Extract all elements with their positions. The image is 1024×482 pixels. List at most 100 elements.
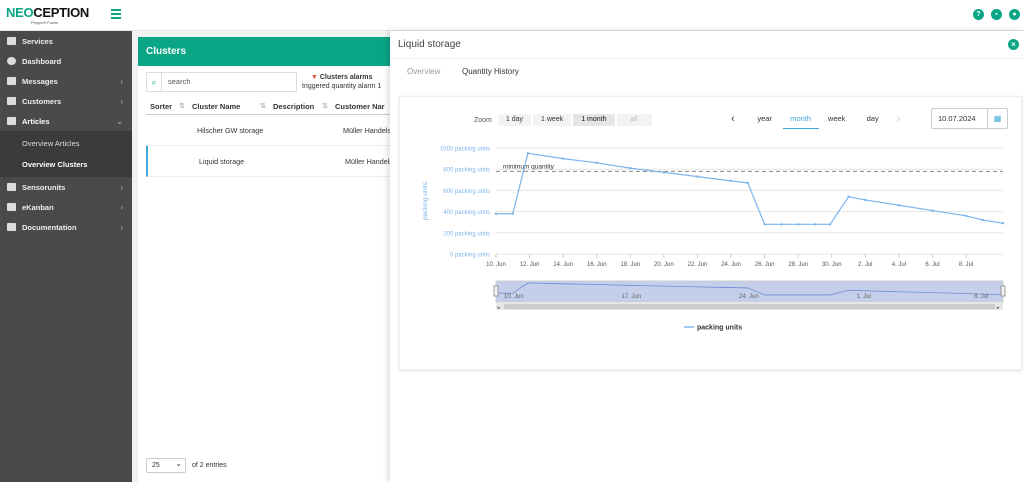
data-point (864, 198, 867, 202)
data-point (595, 161, 598, 165)
detail-panel: Liquid storage × Overview Quantity Histo… (390, 31, 1024, 482)
y-tick-label: 400 packing units (443, 210, 490, 216)
y-axis-label: packing units (422, 181, 429, 220)
x-tick-label: 8. Jul (959, 262, 973, 268)
dashboard-icon (7, 57, 16, 65)
services-icon (7, 37, 16, 45)
data-point (526, 152, 530, 155)
data-point (780, 223, 783, 226)
alarms-text: triggered quantity alarm 1 (302, 83, 382, 90)
data-point (729, 179, 733, 183)
x-tick-label: 6. Jul (925, 262, 939, 268)
x-tick-label: 24. Jun (721, 262, 741, 268)
y-tick-label: 1000 packing units (440, 147, 490, 153)
data-point (494, 212, 498, 215)
column-sorter[interactable]: Sorter ⇅ (146, 98, 188, 114)
data-point (897, 204, 901, 207)
sidebar-item-messages[interactable]: Messages › (0, 71, 132, 91)
sidebar-item-ekanban[interactable]: eKanban › (0, 197, 132, 217)
data-point (662, 171, 666, 174)
data-point (981, 218, 985, 222)
threshold-label: minimum quantity (503, 163, 555, 170)
customer-name: Müller Handels (345, 157, 393, 166)
tab-overview[interactable]: Overview (407, 67, 440, 76)
x-tick-label: 14. Jun (553, 262, 573, 268)
y-tick-label: 600 packing units (443, 189, 490, 195)
x-tick-label: 28. Jun (788, 262, 808, 268)
book-icon (7, 223, 16, 231)
sidebar-item-articles[interactable]: Articles ⌄ (0, 111, 132, 131)
logo-text-a: NEO (6, 5, 34, 20)
column-cluster-name[interactable]: Cluster Name ⇅ (188, 98, 269, 114)
quantity-history-chart: 1000 packing units 800 packing units 600 p… (422, 147, 1006, 332)
logo[interactable]: NEOCEPTION Pepperl+Fuchs (6, 6, 89, 26)
data-point (561, 157, 565, 160)
sidebar-item-services[interactable]: Services (0, 31, 132, 51)
navigator-label: 8. Jul (974, 294, 988, 300)
sidebar-item-documentation[interactable]: Documentation › (0, 217, 132, 237)
envelope-icon (7, 77, 16, 85)
sidebar: Services Dashboard Messages › Customers › … (0, 31, 132, 482)
chevron-right-icon: › (120, 76, 123, 86)
data-point (931, 209, 934, 212)
column-description[interactable]: Description ⇅ (269, 98, 331, 114)
chevron-right-icon: › (120, 182, 123, 192)
x-tick-label: 30. Jun (822, 262, 842, 268)
data-point (964, 214, 968, 218)
series-line-packing-units (496, 152, 1004, 225)
data-point (828, 223, 832, 226)
sidebar-item-dashboard[interactable]: Dashboard (0, 51, 132, 71)
logo-tagline: Pepperl+Fuchs (31, 20, 59, 25)
chevron-right-icon: › (120, 96, 123, 106)
search-icon[interactable]: ⌕ (146, 72, 162, 92)
data-point (763, 223, 766, 226)
customer-name: Müller Handels (343, 126, 391, 135)
cart-icon[interactable]: ▪ (991, 9, 1002, 20)
search-input[interactable]: search (162, 72, 297, 92)
articles-submenu: Overview Articles Overview Clusters (0, 131, 132, 177)
table-row[interactable]: Hilscher GW storage Müller Handels (146, 115, 398, 146)
top-bar: NEOCEPTION Pepperl+Fuchs ? ▪ ● (0, 0, 1024, 31)
sort-icon: ⇅ (322, 103, 328, 110)
chevron-down-icon: ⌄ (116, 116, 123, 126)
navigator-label: 24. Jun (739, 294, 759, 300)
column-customer-name[interactable]: Customer Nar (331, 98, 398, 114)
pagination: 25 of 2 entries (146, 457, 227, 473)
tab-quantity-history[interactable]: Quantity History (462, 67, 519, 76)
table-row-selected[interactable]: Liquid storage Müller Handels (146, 146, 398, 177)
users-icon (7, 97, 16, 105)
navigator-handle-left (493, 285, 499, 297)
x-tick-label: 18. Jun (620, 262, 640, 268)
navigator-label: 10. Jun (504, 294, 524, 300)
sidebar-item-customers[interactable]: Customers › (0, 91, 132, 111)
x-tick-label: 22. Jun (688, 262, 708, 268)
chevron-right-icon: › (120, 222, 123, 232)
x-tick-label: 16. Jun (587, 262, 607, 268)
data-point (813, 223, 817, 226)
x-tick-label: 10. Jun (486, 262, 506, 268)
y-tick-label: 0 packing units (450, 253, 490, 259)
page-size-select[interactable]: 25 (146, 457, 186, 473)
navigator-label: 17. Jun (622, 294, 642, 300)
table-header: Sorter ⇅ Cluster Name ⇅ Description ⇅ Custo… (146, 98, 398, 115)
sidebar-subitem-overview-articles[interactable]: Overview Articles (0, 133, 132, 154)
data-point (796, 223, 800, 226)
y-tick-label: 800 packing units (443, 168, 490, 174)
y-tick-label: 200 packing units (443, 231, 490, 237)
close-icon[interactable]: × (1008, 39, 1019, 50)
clusters-alarms[interactable]: ▼ Clusters alarms triggered quantity ala… (302, 73, 381, 91)
cluster-name: Hilscher GW storage (197, 126, 264, 135)
menu-toggle-icon[interactable] (111, 9, 121, 19)
sidebar-subitem-overview-clusters[interactable]: Overview Clusters (0, 154, 132, 175)
tag-icon (7, 117, 16, 125)
help-icon[interactable]: ? (973, 9, 984, 20)
navigator-handle-right (1000, 285, 1006, 297)
data-point (847, 195, 850, 198)
sidebar-item-sensorunits[interactable]: Sensorunits › (0, 177, 132, 197)
x-tick-label: 2. Jul (858, 262, 872, 268)
sort-icon: ⇅ (179, 103, 185, 110)
cluster-name: Liquid storage (199, 157, 245, 166)
entries-count: of 2 entries (192, 462, 227, 469)
user-icon[interactable]: ● (1009, 9, 1020, 20)
logo-text-b: CEPTION (33, 5, 89, 20)
